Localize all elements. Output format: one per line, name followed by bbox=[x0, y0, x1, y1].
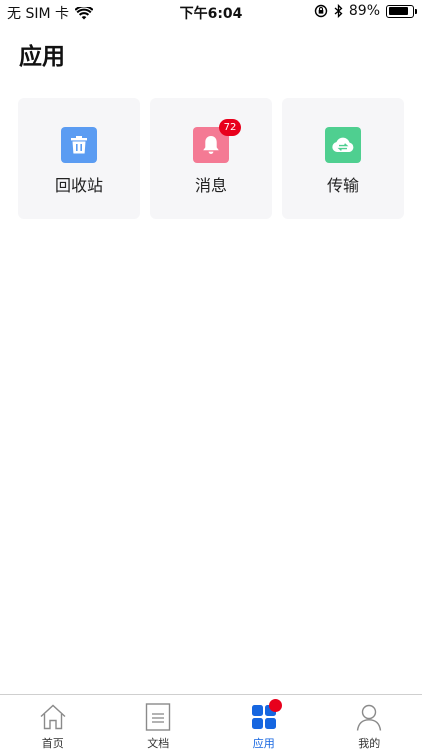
battery-icon bbox=[386, 4, 417, 18]
app-label-transfer: 传输 bbox=[326, 176, 359, 195]
user-icon bbox=[357, 704, 382, 731]
page-title: 应用 bbox=[19, 44, 65, 70]
bluetooth-icon bbox=[334, 4, 343, 18]
rotation-lock-icon bbox=[314, 4, 328, 18]
document-icon bbox=[146, 703, 171, 731]
home-icon bbox=[40, 704, 66, 730]
tab-label-documents: 文档 bbox=[147, 737, 170, 750]
app-label-messages: 消息 bbox=[194, 176, 227, 195]
cloud-transfer-icon bbox=[325, 127, 361, 163]
app-card-messages[interactable]: 72 消息 bbox=[150, 98, 272, 219]
tab-bar: 首页 文档 应用 我的 bbox=[0, 694, 422, 750]
trash-icon bbox=[61, 127, 97, 163]
app-card-transfer[interactable]: 传输 bbox=[282, 98, 404, 219]
app-label-recycle-bin: 回收站 bbox=[54, 176, 103, 195]
status-right: 89% bbox=[314, 3, 417, 19]
tab-documents[interactable]: 文档 bbox=[106, 695, 212, 750]
battery-level bbox=[388, 7, 409, 15]
tab-profile[interactable]: 我的 bbox=[317, 695, 422, 750]
tab-home[interactable]: 首页 bbox=[0, 695, 106, 750]
app-card-recycle-bin[interactable]: 回收站 bbox=[18, 98, 140, 219]
notification-dot bbox=[269, 699, 282, 712]
tab-label-home: 首页 bbox=[41, 737, 64, 750]
battery-percent: 89% bbox=[348, 3, 380, 19]
tab-label-profile: 我的 bbox=[358, 737, 381, 750]
tab-apps[interactable]: 应用 bbox=[211, 695, 317, 750]
tab-label-apps: 应用 bbox=[252, 737, 275, 750]
app-grid: 回收站 72 消息 传输 bbox=[18, 98, 404, 219]
messages-badge: 72 bbox=[219, 119, 241, 136]
status-bar: 无 SIM 卡 下午6:04 89% bbox=[0, 0, 422, 24]
